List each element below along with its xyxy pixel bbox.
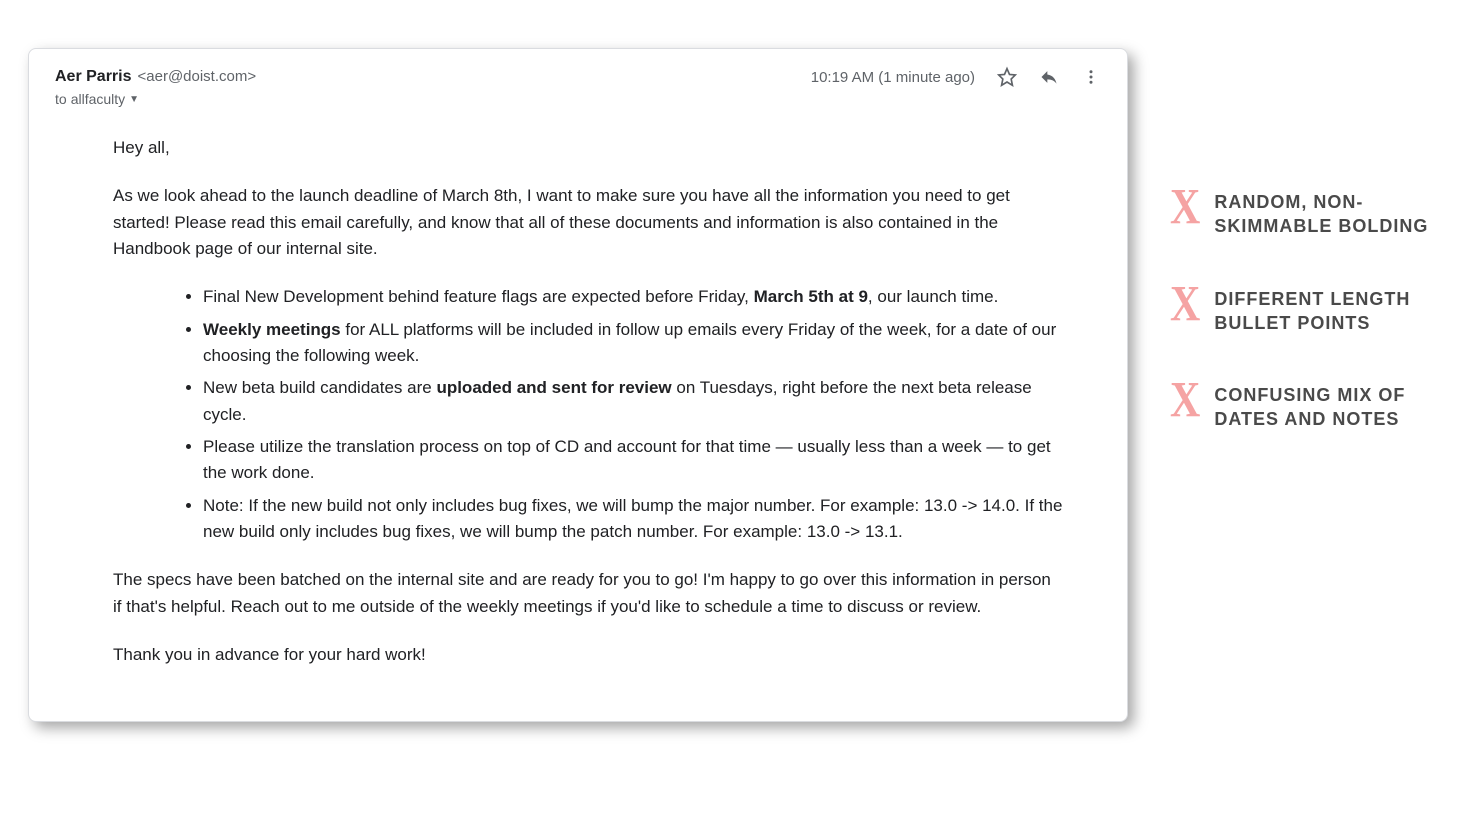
bullet-bold: Weekly meetings bbox=[203, 320, 341, 339]
annotation-text: Different length bullet points bbox=[1214, 287, 1440, 336]
email-header: Aer Parris <aer@doist.com> 10:19 AM (1 m… bbox=[55, 67, 1101, 87]
bullet-list: Final New Development behind feature fla… bbox=[113, 284, 1063, 545]
sender-block: Aer Parris <aer@doist.com> bbox=[55, 68, 256, 86]
chevron-down-icon: ▼ bbox=[129, 94, 139, 105]
x-mark-icon: X bbox=[1170, 186, 1200, 231]
list-item: Final New Development behind feature fla… bbox=[203, 284, 1063, 310]
intro-paragraph: As we look ahead to the launch deadline … bbox=[113, 183, 1063, 262]
greeting: Hey all, bbox=[113, 135, 1063, 161]
annotations-panel: X Random, non-skimmable bolding X Differ… bbox=[1170, 190, 1440, 480]
sender-name: Aer Parris bbox=[55, 68, 132, 86]
to-line[interactable]: to allfaculty ▼ bbox=[55, 91, 1101, 107]
bullet-bold: March 5th at 9 bbox=[754, 287, 868, 306]
more-icon[interactable] bbox=[1081, 67, 1101, 87]
x-mark-icon: X bbox=[1170, 379, 1200, 424]
outro-paragraph: The specs have been batched on the inter… bbox=[113, 567, 1063, 620]
x-mark-icon: X bbox=[1170, 283, 1200, 328]
annotation-text: Confusing mix of dates and notes bbox=[1214, 383, 1440, 432]
email-body: Hey all, As we look ahead to the launch … bbox=[55, 107, 1101, 669]
bullet-text: , our launch time. bbox=[868, 287, 998, 306]
to-recipient: allfaculty bbox=[71, 91, 125, 107]
list-item: Note: If the new build not only includes… bbox=[203, 493, 1063, 546]
annotation-item: X Confusing mix of dates and notes bbox=[1170, 383, 1440, 432]
annotation-item: X Different length bullet points bbox=[1170, 287, 1440, 336]
to-prefix: to bbox=[55, 91, 67, 107]
header-actions: 10:19 AM (1 minute ago) bbox=[811, 67, 1101, 87]
bullet-bold: uploaded and sent for review bbox=[436, 378, 671, 397]
closing: Thank you in advance for your hard work! bbox=[113, 642, 1063, 668]
star-icon[interactable] bbox=[997, 67, 1017, 87]
annotation-text: Random, non-skimmable bolding bbox=[1214, 190, 1440, 239]
bullet-text: New beta build candidates are bbox=[203, 378, 436, 397]
sender-email: <aer@doist.com> bbox=[138, 68, 257, 85]
list-item: Please utilize the translation process o… bbox=[203, 434, 1063, 487]
reply-icon[interactable] bbox=[1039, 67, 1059, 87]
email-card: Aer Parris <aer@doist.com> 10:19 AM (1 m… bbox=[28, 48, 1128, 722]
list-item: Weekly meetings for ALL platforms will b… bbox=[203, 317, 1063, 370]
timestamp: 10:19 AM (1 minute ago) bbox=[811, 69, 975, 86]
bullet-text: Final New Development behind feature fla… bbox=[203, 287, 754, 306]
annotation-item: X Random, non-skimmable bolding bbox=[1170, 190, 1440, 239]
list-item: New beta build candidates are uploaded a… bbox=[203, 375, 1063, 428]
